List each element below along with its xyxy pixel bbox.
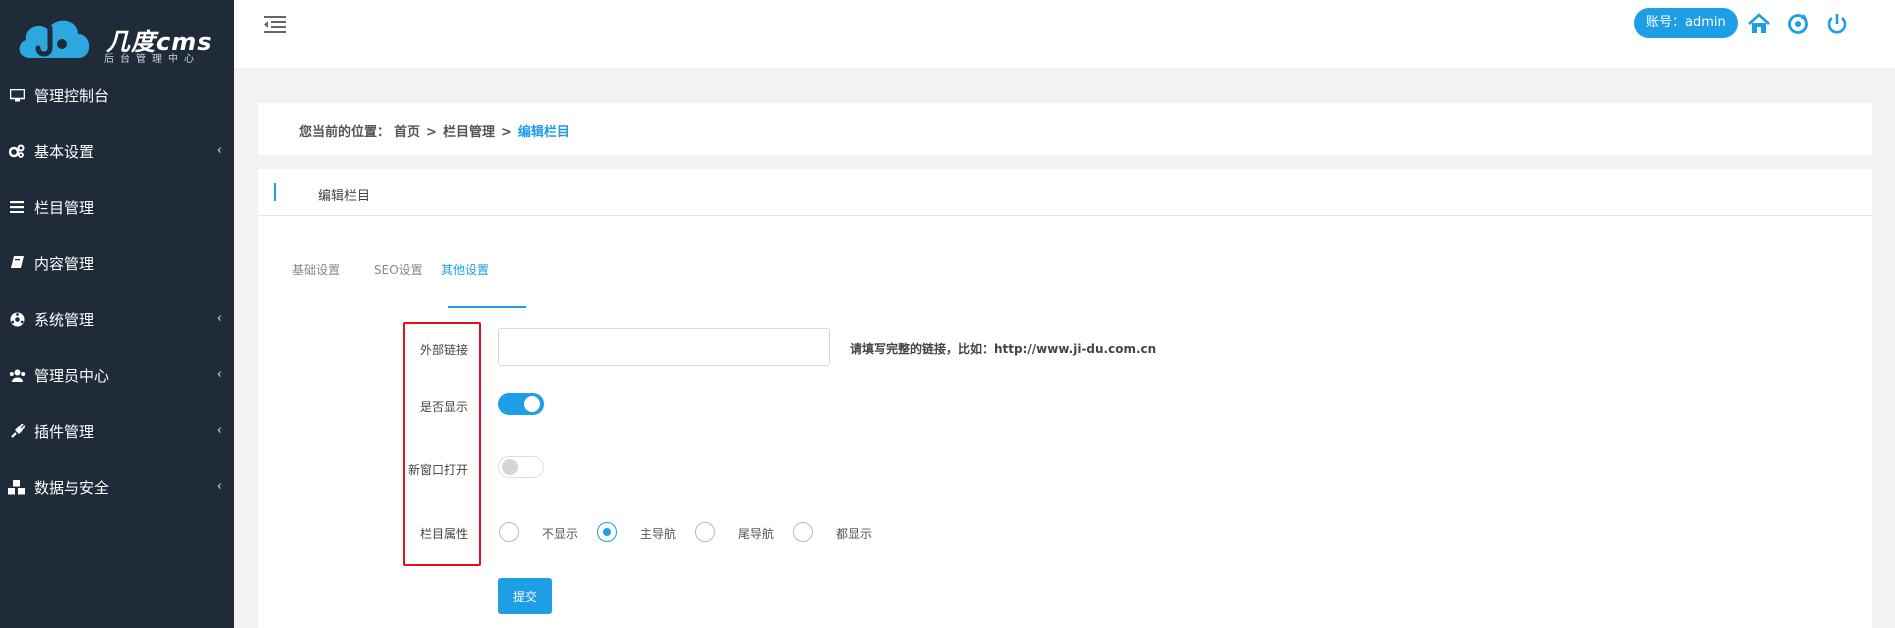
highlight-box [403, 322, 481, 566]
tab-basic[interactable]: 基础设置 [292, 259, 340, 309]
list-icon [8, 201, 26, 213]
external-link-hint: 请填写完整的链接，比如：http://www.ji-du.com.cn [850, 342, 1157, 356]
monitor-icon [8, 88, 26, 102]
radio-footer-nav-label[interactable]: 尾导航 [738, 525, 774, 542]
sidebar-item-label: 数据与安全 [34, 478, 110, 497]
cubes-icon [8, 479, 26, 495]
toggle-knob [502, 459, 518, 475]
account-badge[interactable]: 账号：admin [1634, 8, 1738, 38]
book-icon [8, 256, 26, 270]
gear-icon [8, 312, 26, 327]
radio-footer-nav[interactable] [695, 522, 715, 542]
top-header: 账号：admin [234, 0, 1895, 68]
sidebar: 几度cms 后台管理中心 管理控制台 基本设置 ‹ 栏目管理 内容管理 系统管理… [0, 0, 234, 628]
sidebar-item-dashboard[interactable]: 管理控制台 [0, 67, 234, 123]
is-visible-toggle[interactable] [498, 393, 544, 415]
sidebar-item-data-security[interactable]: 数据与安全 ‹ [0, 459, 234, 515]
sidebar-item-admins[interactable]: 管理员中心 ‹ [0, 347, 234, 403]
tab-seo[interactable]: SEO设置 [374, 259, 423, 309]
refresh-icon[interactable] [1786, 12, 1810, 36]
radio-hidden[interactable] [499, 522, 519, 542]
radio-main-nav-label[interactable]: 主导航 [640, 525, 676, 542]
card-title: 编辑栏目 [318, 189, 371, 204]
tab-other[interactable]: 其他设置 [441, 259, 489, 309]
breadcrumb-current: 编辑栏目 [517, 125, 570, 140]
plug-icon [8, 423, 26, 439]
radio-show-all[interactable] [793, 522, 813, 542]
chevron-left-icon: ‹ [216, 423, 222, 438]
home-icon[interactable] [1747, 12, 1771, 36]
sidebar-item-label: 内容管理 [34, 254, 95, 273]
sidebar-item-system[interactable]: 系统管理 ‹ [0, 291, 234, 347]
breadcrumb-separator: > [500, 125, 512, 140]
sidebar-item-label: 插件管理 [34, 422, 95, 441]
breadcrumb-panel: 您当前的位置： 首页 > 栏目管理 > 编辑栏目 [258, 103, 1872, 155]
breadcrumb-separator: > [426, 125, 437, 140]
menu-toggle-icon[interactable] [264, 15, 286, 35]
cloud-logo-icon [19, 20, 90, 58]
chevron-left-icon: ‹ [216, 143, 222, 158]
breadcrumb: 您当前的位置： 首页 > 栏目管理 > 编辑栏目 [299, 121, 574, 140]
toggle-knob [524, 396, 540, 412]
sidebar-item-label: 基本设置 [34, 142, 95, 161]
chevron-left-icon: ‹ [216, 479, 222, 494]
logo: 几度cms 后台管理中心 [16, 12, 216, 66]
chevron-left-icon: ‹ [216, 311, 222, 326]
brand-subtitle: 后台管理中心 [104, 54, 200, 65]
breadcrumb-prefix: 您当前的位置： [299, 125, 391, 140]
power-icon[interactable] [1825, 12, 1849, 36]
cogs-icon [8, 144, 26, 158]
sidebar-item-basic-settings[interactable]: 基本设置 ‹ [0, 123, 234, 179]
sidebar-item-label: 管理员中心 [34, 366, 110, 385]
sidebar-item-label: 管理控制台 [34, 86, 110, 105]
radio-hidden-label[interactable]: 不显示 [542, 525, 578, 542]
sidebar-item-content[interactable]: 内容管理 [0, 235, 234, 291]
submit-button[interactable]: 提交 [498, 578, 552, 614]
title-accent-bar [274, 183, 276, 201]
sidebar-item-columns[interactable]: 栏目管理 [0, 179, 234, 235]
breadcrumb-columns-link[interactable]: 栏目管理 [443, 125, 495, 140]
breadcrumb-home-link[interactable]: 首页 [394, 125, 420, 140]
chevron-left-icon: ‹ [216, 367, 222, 382]
radio-main-nav[interactable] [597, 522, 617, 542]
radio-show-all-label[interactable]: 都显示 [836, 525, 872, 542]
users-icon [8, 369, 26, 382]
card-header: 编辑栏目 [258, 169, 1872, 216]
external-link-input[interactable] [498, 328, 830, 366]
sidebar-item-plugins[interactable]: 插件管理 ‹ [0, 403, 234, 459]
sidebar-item-label: 栏目管理 [34, 198, 95, 217]
new-window-toggle[interactable] [498, 456, 544, 478]
active-tab-underline [448, 306, 526, 308]
sidebar-item-label: 系统管理 [34, 310, 95, 329]
